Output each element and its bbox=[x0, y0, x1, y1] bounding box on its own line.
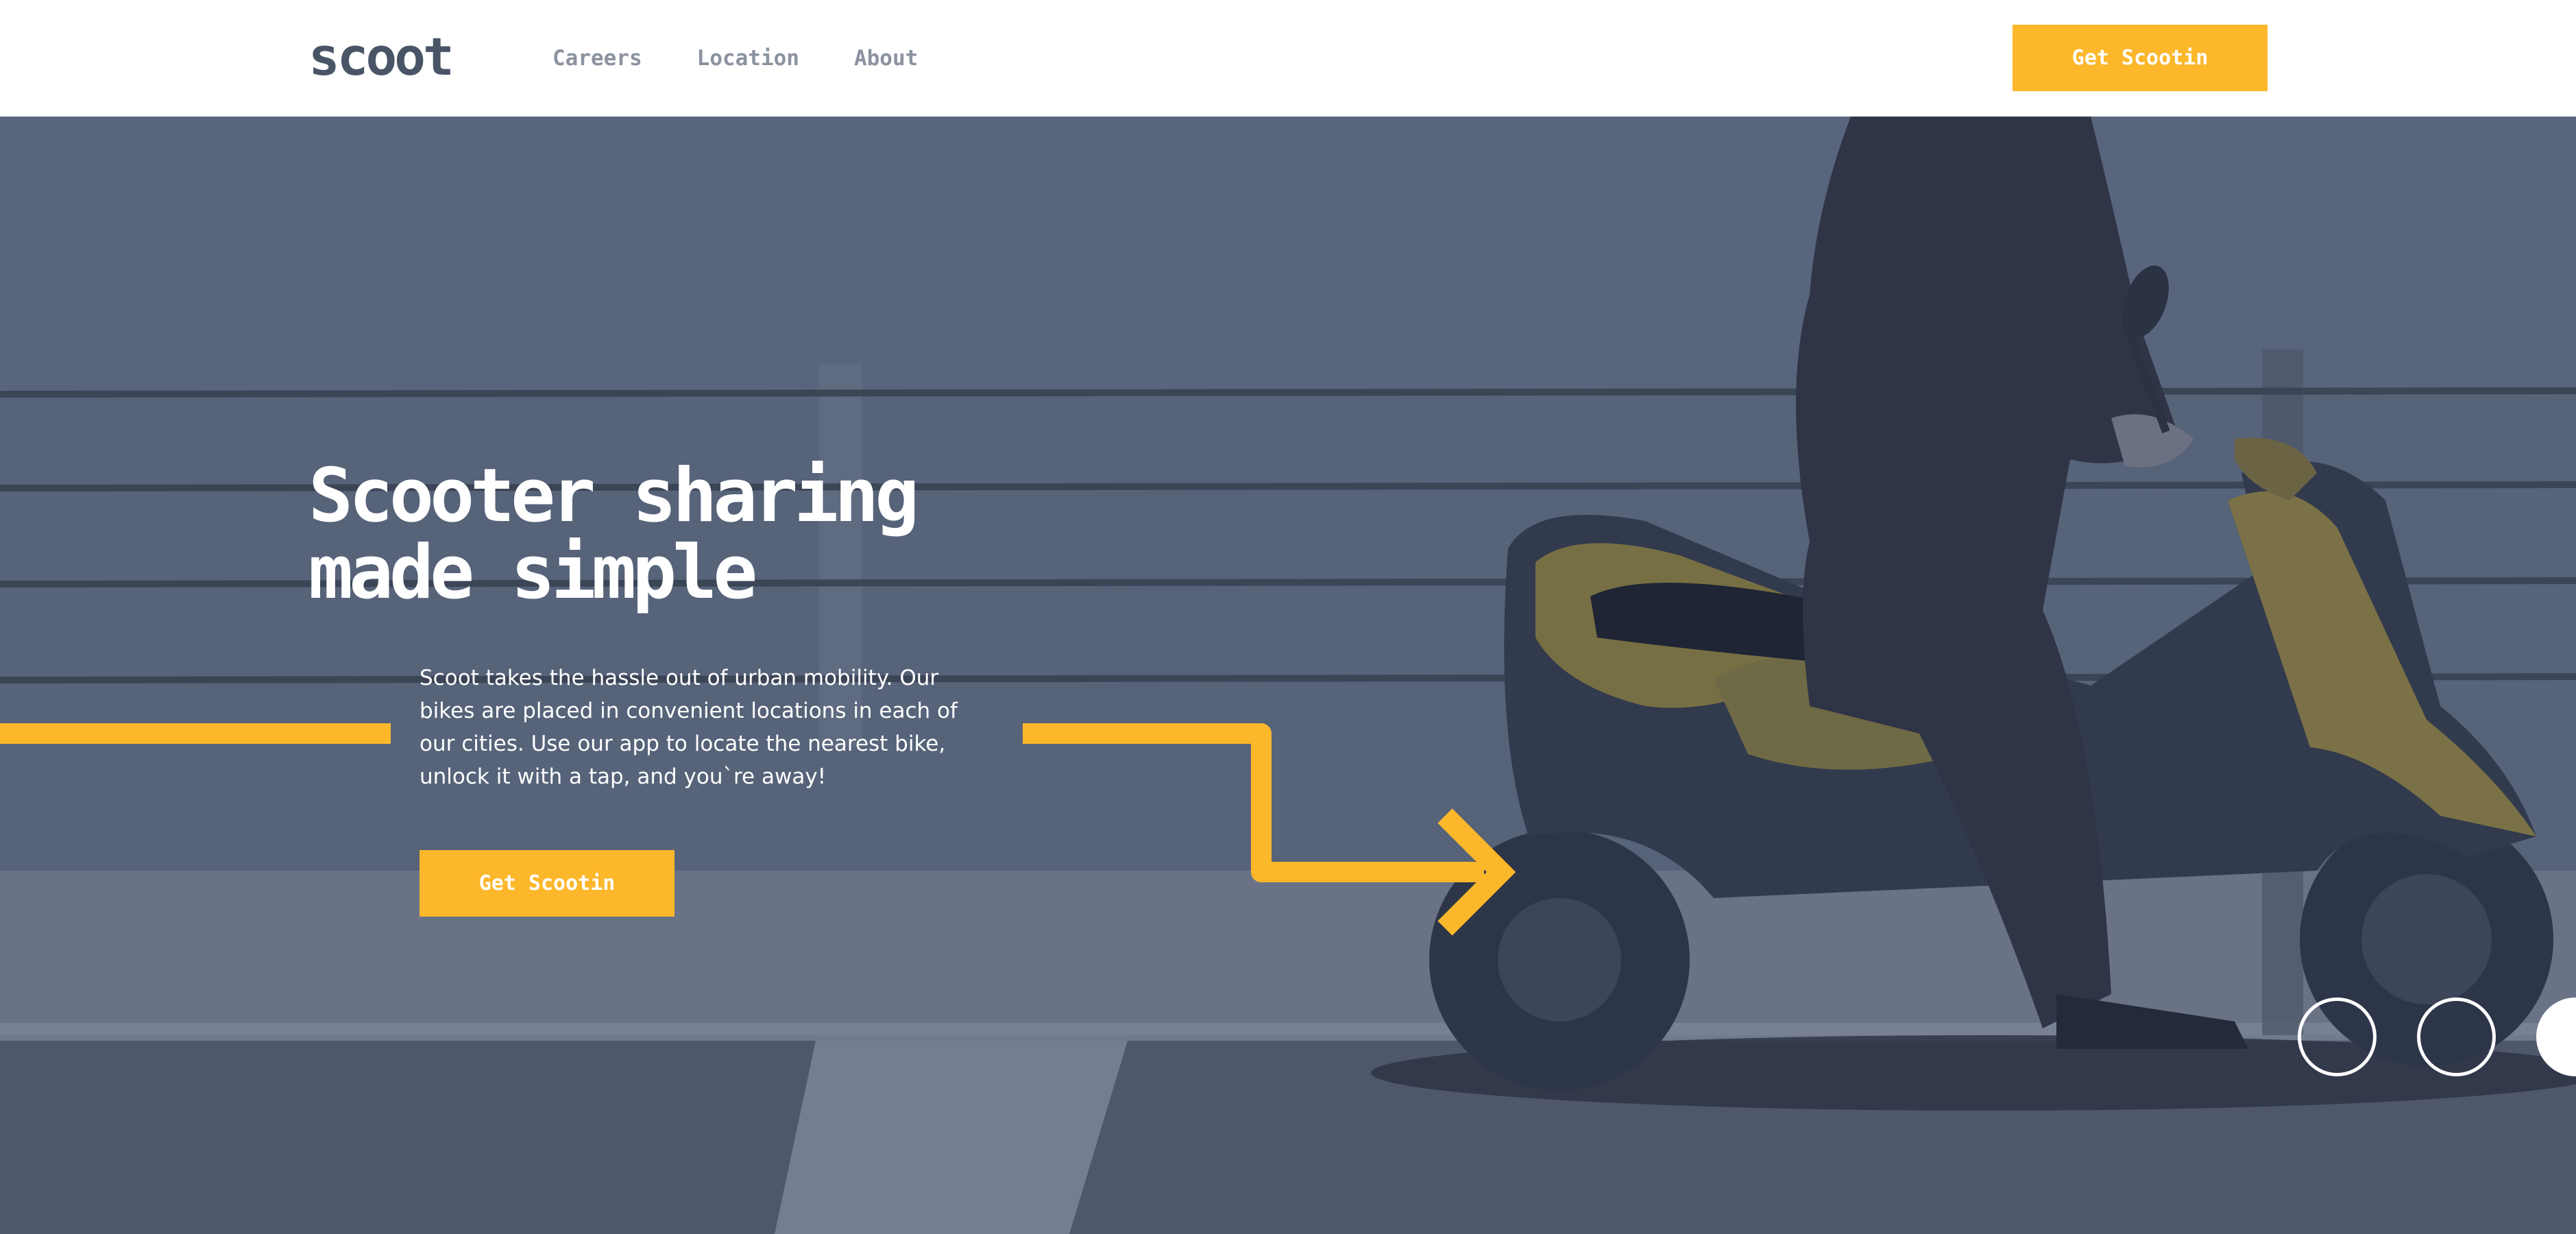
hero-headline: Scooter sharing made simple bbox=[308, 458, 1062, 612]
nav-link-location[interactable]: Location bbox=[697, 43, 799, 74]
hero-headline-line2: made simple bbox=[308, 530, 757, 616]
site-header: scoot Careers Location About Get Scootin bbox=[0, 0, 2576, 117]
slider-dot-2[interactable] bbox=[2417, 997, 2496, 1076]
hero-get-scootin-button[interactable]: Get Scootin bbox=[420, 850, 675, 917]
nav-link-about[interactable]: About bbox=[854, 43, 918, 74]
slider-dot-1[interactable] bbox=[2298, 997, 2377, 1076]
hero-section: Scooter sharing made simple Scoot takes … bbox=[0, 117, 2576, 1234]
crosswalk-stripe bbox=[775, 1041, 1128, 1234]
hero-background-image bbox=[0, 117, 2576, 1234]
fence-rope bbox=[0, 387, 2576, 398]
scoot-logo[interactable]: scoot bbox=[308, 26, 454, 88]
header-get-scootin-button[interactable]: Get Scootin bbox=[2013, 25, 2268, 91]
hero-headline-line1: Scooter sharing bbox=[308, 453, 919, 539]
hero-description: Scoot takes the hassle out of urban mobi… bbox=[420, 666, 958, 789]
nav-link-careers[interactable]: Careers bbox=[552, 43, 642, 74]
main-nav: Careers Location About bbox=[552, 43, 973, 74]
